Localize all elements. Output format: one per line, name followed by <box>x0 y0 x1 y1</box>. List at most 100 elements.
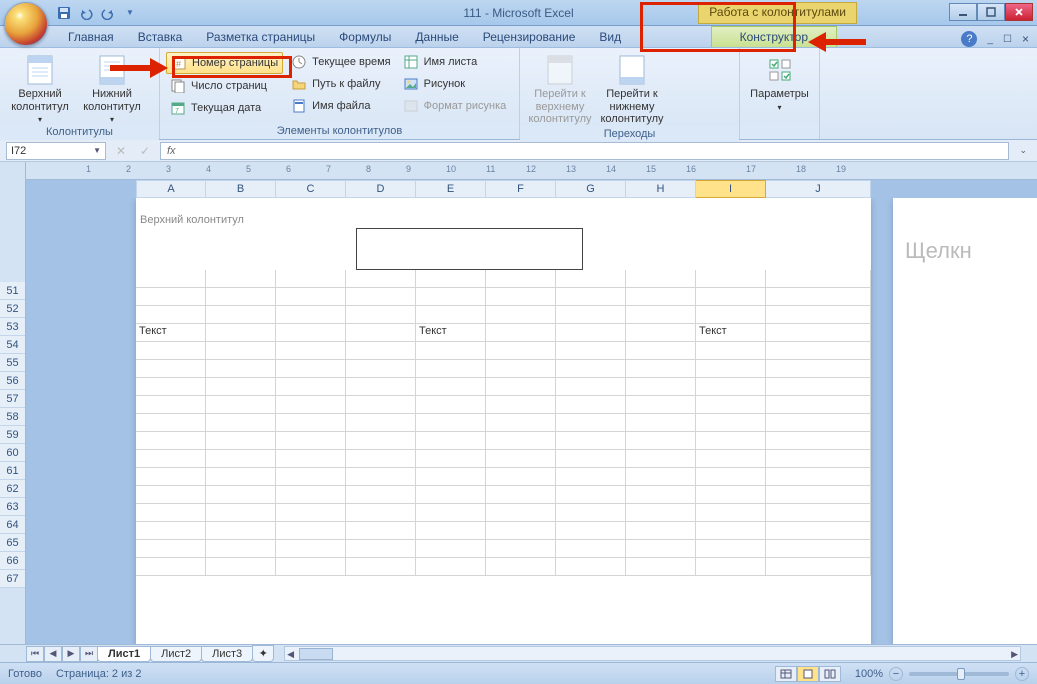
cell[interactable]: Текст <box>136 324 206 341</box>
page-count-button[interactable]: Число страниц <box>166 76 283 96</box>
view-page-break-button[interactable] <box>819 666 841 682</box>
new-sheet-tab[interactable]: ✦ <box>252 645 274 662</box>
row-header[interactable]: 59 <box>0 426 25 444</box>
time-icon <box>291 54 307 70</box>
sheet-tab[interactable]: Лист2 <box>150 646 202 662</box>
tab-nav-first[interactable]: ⏮ <box>26 646 44 662</box>
picture-button[interactable]: Рисунок <box>399 74 511 94</box>
min-ribbon-icon[interactable]: _ <box>987 34 993 45</box>
window-restore-icon[interactable]: ☐ <box>1003 34 1012 45</box>
goto-header-button[interactable]: Перейти к верхнему колонтитулу <box>526 50 594 126</box>
tab-nav-next[interactable]: ▶ <box>62 646 80 662</box>
row-header[interactable]: 51 <box>0 282 25 300</box>
col-header[interactable]: F <box>486 180 556 198</box>
row-header[interactable]: 52 <box>0 300 25 318</box>
sheet-name-button[interactable]: Имя листа <box>399 52 511 72</box>
row-header[interactable]: 58 <box>0 408 25 426</box>
minimize-button[interactable] <box>949 3 977 21</box>
row-header[interactable]: 56 <box>0 372 25 390</box>
zoom-out-button[interactable]: − <box>889 667 903 681</box>
current-time-button[interactable]: Текущее время <box>287 52 394 72</box>
horizontal-scrollbar[interactable]: ◀ ▶ <box>284 646 1021 661</box>
col-header[interactable]: H <box>626 180 696 198</box>
row-header[interactable]: 55 <box>0 354 25 372</box>
sheet-tab-bar: ⏮ ◀ ▶ ⏭ Лист1 Лист2 Лист3 ✦ ◀ ▶ <box>0 644 1037 662</box>
qat-dropdown-icon[interactable]: ▼ <box>122 5 138 21</box>
tab-design[interactable]: Конструктор <box>711 26 837 47</box>
row-header[interactable]: 61 <box>0 462 25 480</box>
tab-page-layout[interactable]: Разметка страницы <box>194 27 327 47</box>
tab-formulas[interactable]: Формулы <box>327 27 403 47</box>
group-elements-label: Элементы колонтитулов <box>160 123 519 139</box>
file-path-button[interactable]: Путь к файлу <box>287 74 394 94</box>
row-header[interactable]: 53 <box>0 318 25 336</box>
sheet-tab[interactable]: Лист1 <box>97 646 151 662</box>
file-name-button[interactable]: Имя файла <box>287 96 394 116</box>
tab-nav-last[interactable]: ⏭ <box>80 646 98 662</box>
ribbon-tabs: Главная Вставка Разметка страницы Формул… <box>0 26 1037 48</box>
zoom-in-button[interactable]: + <box>1015 667 1029 681</box>
current-date-button[interactable]: 7Текущая дата <box>166 98 283 118</box>
page-number-button[interactable]: #Номер страницы <box>166 52 283 74</box>
cell-grid[interactable]: Текст Текст Текст <box>136 270 871 644</box>
view-normal-button[interactable] <box>775 666 797 682</box>
maximize-button[interactable] <box>977 3 1005 21</box>
col-header[interactable]: I <box>696 180 766 198</box>
redo-icon[interactable] <box>100 5 116 21</box>
row-header[interactable]: 64 <box>0 516 25 534</box>
scrollbar-thumb[interactable] <box>299 648 333 660</box>
contextual-tab-group: Работа с колонтитулами <box>698 2 857 24</box>
row-header[interactable]: 67 <box>0 570 25 588</box>
format-picture-button[interactable]: Формат рисунка <box>399 96 511 116</box>
name-box[interactable]: I72▼ <box>6 142 106 160</box>
sheet-tab[interactable]: Лист3 <box>201 646 253 662</box>
row-header[interactable]: 54 <box>0 336 25 354</box>
options-button[interactable]: Параметры ▾ <box>746 50 813 112</box>
formula-bar[interactable]: fx <box>160 142 1009 160</box>
group-headers-label: Колонтитулы <box>0 124 159 140</box>
col-header[interactable]: C <box>276 180 346 198</box>
office-button[interactable] <box>4 2 48 46</box>
header-center-editbox[interactable] <box>356 228 583 270</box>
group-headers: Верхний колонтитул ▾ Нижний колонтитул ▾… <box>0 48 160 139</box>
save-icon[interactable] <box>56 5 72 21</box>
header-section-label: Верхний колонтитул <box>136 198 871 228</box>
row-header[interactable]: 57 <box>0 390 25 408</box>
col-header[interactable]: G <box>556 180 626 198</box>
col-header[interactable]: J <box>766 180 871 198</box>
tab-view[interactable]: Вид <box>587 27 633 47</box>
next-page-hint[interactable]: Щелкн <box>893 198 1037 644</box>
window-close-icon[interactable]: × <box>1022 32 1029 46</box>
view-page-layout-button[interactable] <box>797 666 819 682</box>
footer-button[interactable]: Нижний колонтитул ▾ <box>78 50 146 124</box>
help-icon[interactable]: ? <box>961 31 977 47</box>
col-header[interactable]: A <box>136 180 206 198</box>
row-header[interactable]: 65 <box>0 534 25 552</box>
tab-data[interactable]: Данные <box>403 27 470 47</box>
col-header[interactable]: B <box>206 180 276 198</box>
col-header[interactable]: E <box>416 180 486 198</box>
row-header[interactable]: 66 <box>0 552 25 570</box>
expand-formula-icon[interactable]: ⌄ <box>1015 145 1031 156</box>
row-header[interactable]: 63 <box>0 498 25 516</box>
page-number-icon: # <box>171 55 187 71</box>
format-picture-icon <box>403 98 419 114</box>
cell[interactable]: Текст <box>416 324 486 341</box>
cancel-icon[interactable]: ✕ <box>112 144 130 158</box>
tab-review[interactable]: Рецензирование <box>471 27 588 47</box>
header-button[interactable]: Верхний колонтитул ▾ <box>6 50 74 124</box>
cell[interactable]: Текст <box>696 324 766 341</box>
tab-nav-prev[interactable]: ◀ <box>44 646 62 662</box>
row-header[interactable]: 60 <box>0 444 25 462</box>
worksheet-area: 51 52 53 54 55 56 57 58 59 60 61 62 63 6… <box>0 162 1037 644</box>
row-header[interactable]: 62 <box>0 480 25 498</box>
zoom-slider[interactable] <box>909 672 1009 676</box>
enter-icon[interactable]: ✓ <box>136 144 154 158</box>
page-count-icon <box>170 78 186 94</box>
close-button[interactable] <box>1005 3 1033 21</box>
tab-insert[interactable]: Вставка <box>126 27 195 47</box>
tab-home[interactable]: Главная <box>56 27 126 47</box>
col-header[interactable]: D <box>346 180 416 198</box>
goto-footer-button[interactable]: Перейти к нижнему колонтитулу <box>598 50 666 126</box>
undo-icon[interactable] <box>78 5 94 21</box>
